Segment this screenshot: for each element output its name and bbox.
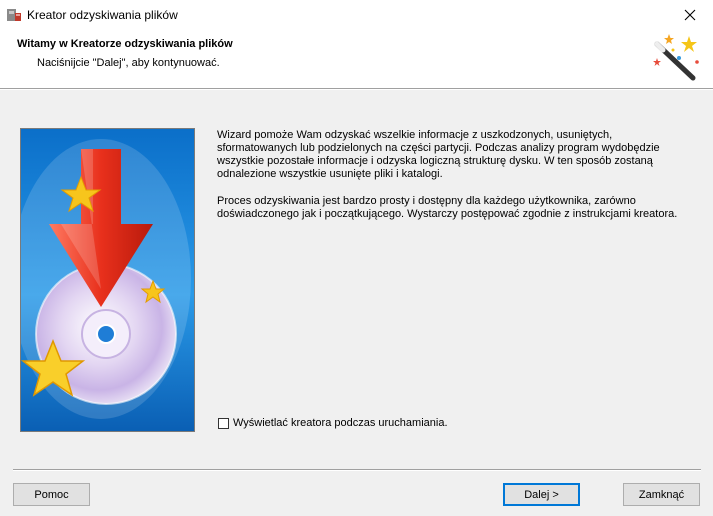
title-bar: Kreator odzyskiwania plików: [0, 0, 713, 30]
close-button[interactable]: Zamknąć: [623, 483, 700, 506]
header-separator: [0, 88, 713, 90]
app-icon: [6, 7, 22, 23]
wizard-side-image: [20, 128, 195, 432]
help-button[interactable]: Pomoc: [13, 483, 90, 506]
header-title: Witamy w Kreatorze odzyskiwania plików: [17, 38, 233, 50]
description-paragraph-2: Proces odzyskiwania jest bardzo prosty i…: [217, 195, 678, 220]
wizard-header: Witamy w Kreatorze odzyskiwania plików N…: [0, 30, 713, 88]
footer-separator: [13, 469, 701, 471]
next-button[interactable]: Dalej >: [503, 483, 580, 506]
wizard-description: Wizard pomoże Wam odzyskać wszelkie info…: [217, 129, 689, 235]
show-wizard-label[interactable]: Wyświetlać kreatora podczas uruchamiania…: [233, 417, 448, 429]
description-paragraph-1: Wizard pomoże Wam odzyskać wszelkie info…: [217, 129, 660, 180]
close-icon: [684, 9, 696, 21]
window-close-button[interactable]: [667, 0, 713, 30]
magic-wand-icon: [653, 34, 699, 81]
show-wizard-option[interactable]: Wyświetlać kreatora podczas uruchamiania…: [218, 417, 448, 429]
header-subtitle: Naciśnijcie "Dalej", aby kontynuować.: [37, 57, 220, 69]
show-wizard-checkbox[interactable]: [218, 417, 229, 429]
window-title: Kreator odzyskiwania plików: [27, 8, 178, 22]
